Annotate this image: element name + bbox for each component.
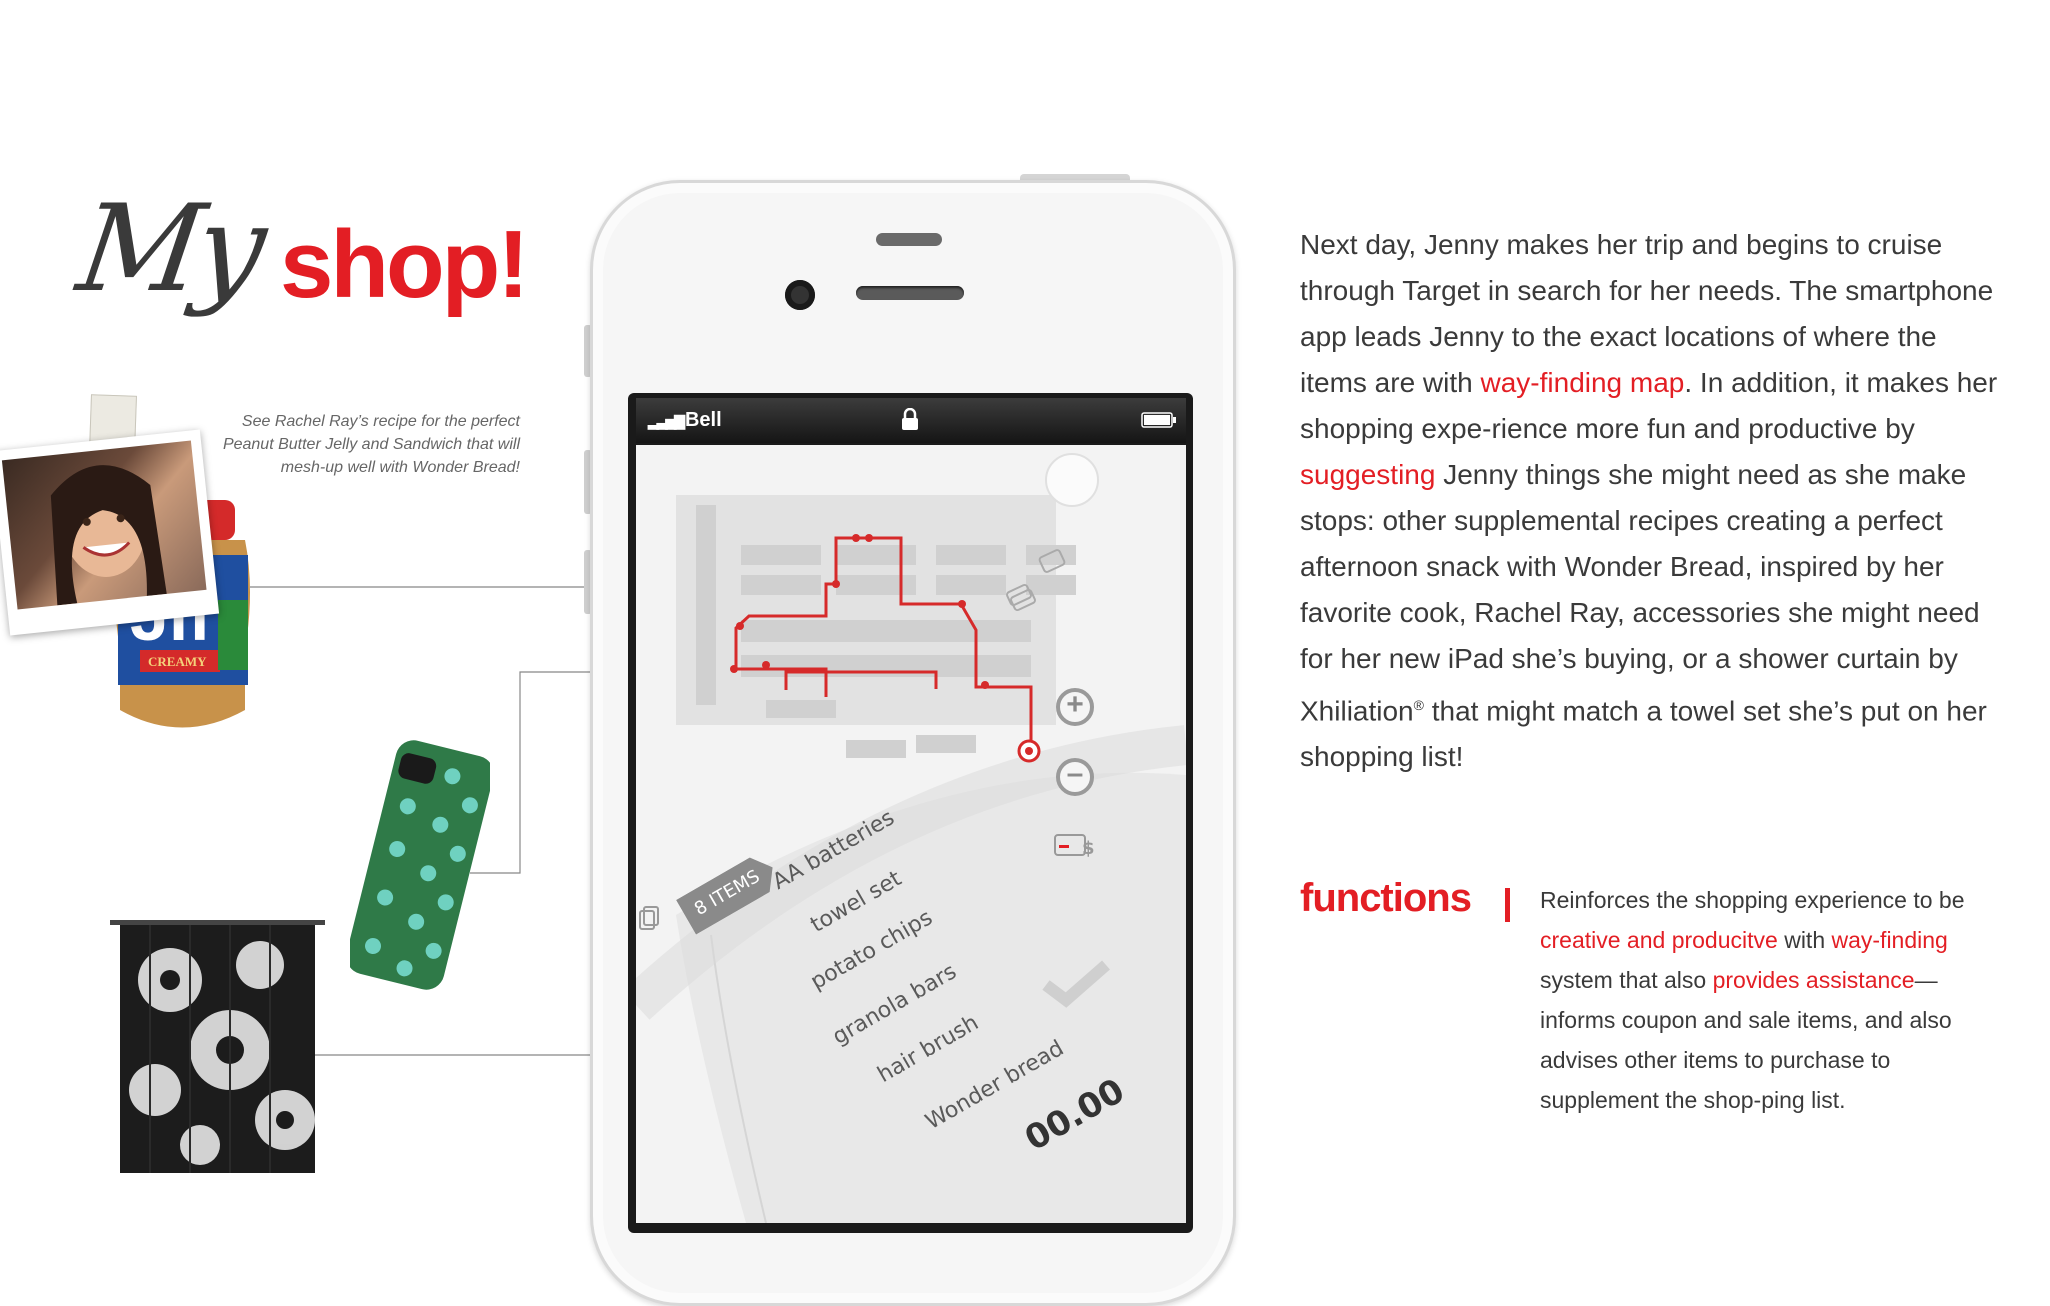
functions-text-2: with xyxy=(1777,927,1832,953)
functions-heading: functions xyxy=(1300,876,1472,920)
list-icon xyxy=(639,906,659,930)
zoom-out-icon[interactable]: – xyxy=(1056,758,1094,796)
functions-text-3: system that also xyxy=(1540,967,1713,993)
registered-mark: ® xyxy=(1413,697,1424,713)
compass-icon xyxy=(1045,453,1099,507)
speaker-slot xyxy=(876,233,942,246)
signal-icon: ▂▃▅▇ xyxy=(648,413,685,429)
payment-icon[interactable]: $ xyxy=(1054,833,1096,859)
way-finding-highlight-2: way-finding xyxy=(1831,927,1948,953)
carrier-name: ▂▃▅▇ Bell xyxy=(648,409,722,432)
front-camera xyxy=(785,280,815,310)
assistance-highlight: provides assistance xyxy=(1712,967,1915,993)
creative-highlight: creative and producitve xyxy=(1540,927,1778,953)
polka-dot-phone-case-image xyxy=(350,740,490,990)
title-shop: shop! xyxy=(280,211,529,318)
zoom-in-icon[interactable]: + xyxy=(1056,688,1094,726)
functions-description: Reinforces the shopping experience to be… xyxy=(1540,880,1990,1120)
map-screen[interactable]: + – $ 8 ITEMS AA batteries towel set pot… xyxy=(636,445,1186,1223)
rachel-ray-photo xyxy=(0,429,220,636)
svg-text:CREAMY: CREAMY xyxy=(148,654,207,669)
carrier-label: Bell xyxy=(684,409,722,431)
functions-text-1: Reinforces the shopping experience to be xyxy=(1540,887,1965,913)
shower-curtain-image xyxy=(110,920,325,1173)
story-text-3: Jenny things she might need as she make … xyxy=(1300,459,1980,727)
recipe-caption: See Rachel Ray’s recipe for the perfect … xyxy=(222,413,520,476)
way-finding-highlight: way-finding map xyxy=(1480,367,1685,398)
title-my: My xyxy=(70,180,269,319)
battery-icon xyxy=(1141,412,1176,428)
earpiece-grille xyxy=(856,286,964,300)
svg-text:$: $ xyxy=(1082,838,1095,859)
status-bar: ▂▃▅▇ Bell xyxy=(636,398,1186,443)
lock-icon xyxy=(902,408,918,430)
story-paragraph: Next day, Jenny makes her trip and begin… xyxy=(1300,222,2000,780)
functions-divider xyxy=(1505,888,1510,922)
suggesting-highlight: suggesting xyxy=(1300,459,1436,490)
target-marker-icon[interactable] xyxy=(1017,739,1041,763)
